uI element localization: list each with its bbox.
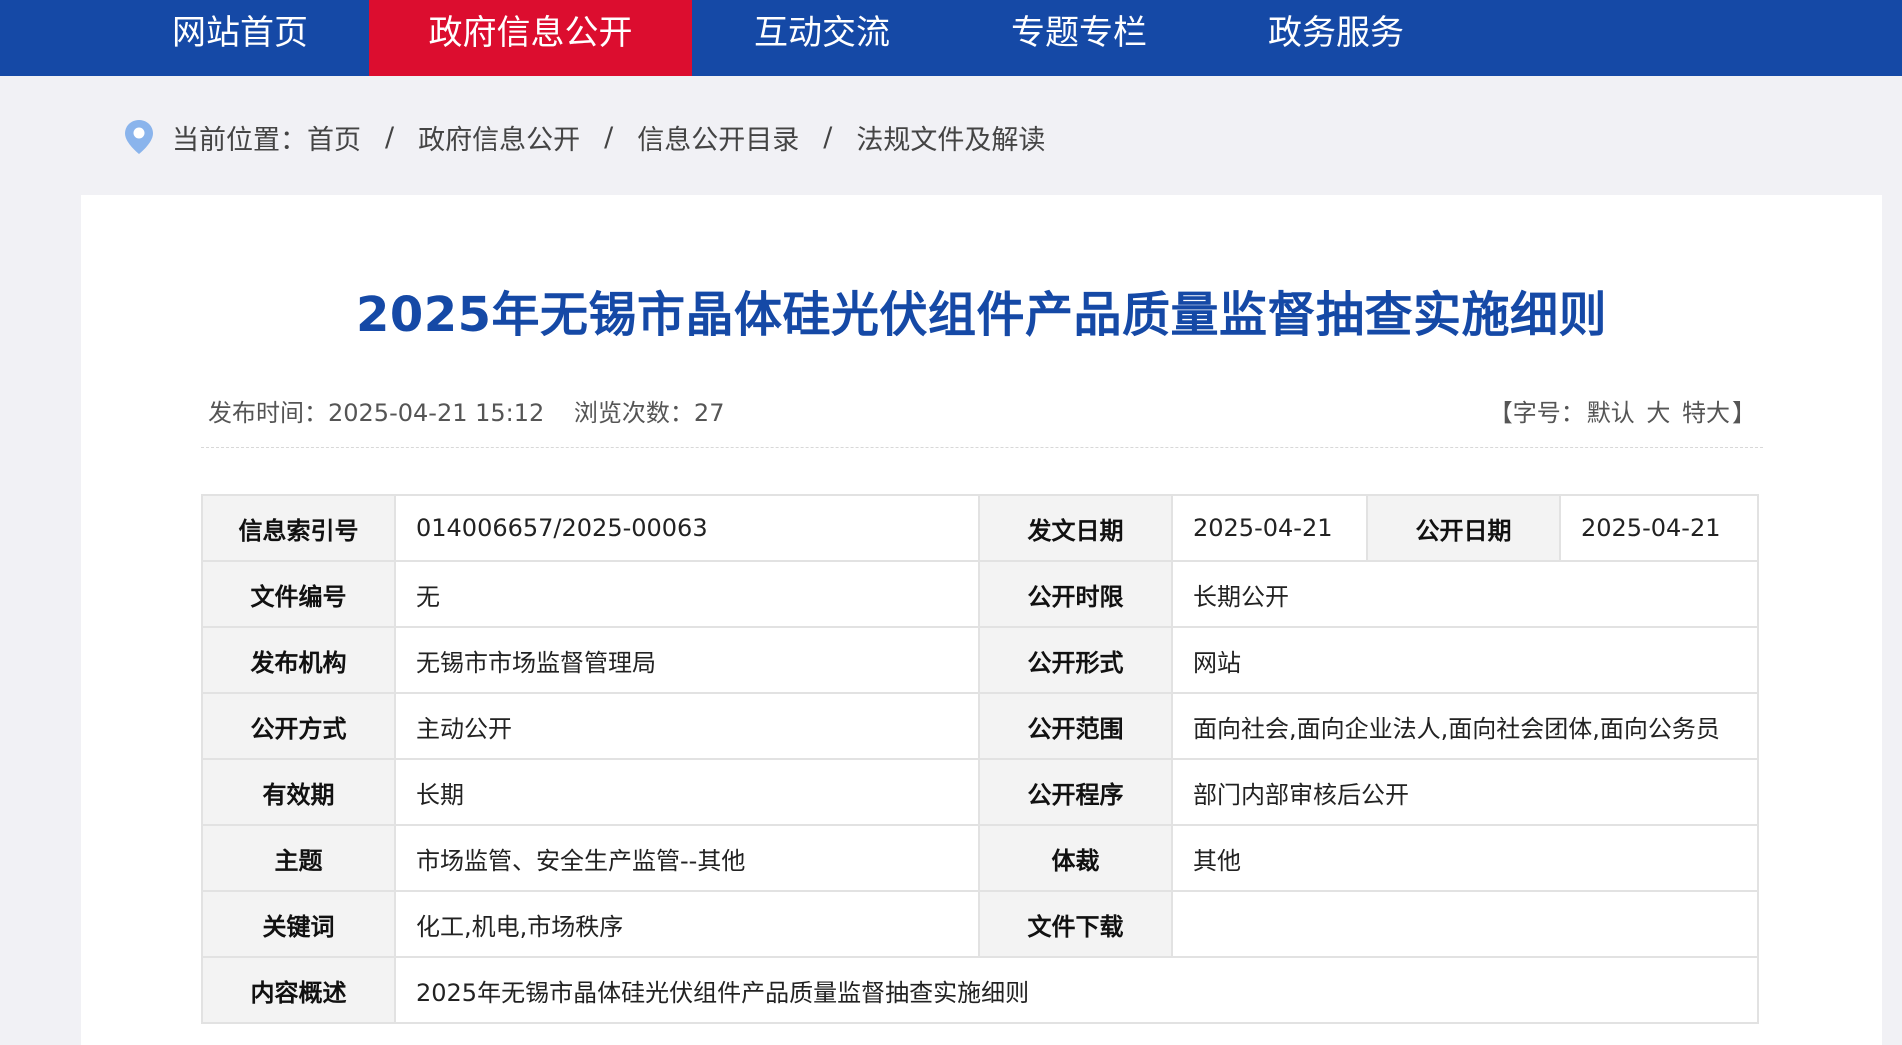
download-label: 文件下载 xyxy=(978,890,1173,958)
location-pin-icon xyxy=(125,120,153,154)
table-row: 文件编号 无 公开时限 长期公开 xyxy=(201,560,1759,628)
public-date-label: 公开日期 xyxy=(1366,494,1561,562)
issue-date-value: 2025-04-21 xyxy=(1171,494,1368,562)
article-title: 2025年无锡市晶体硅光伏组件产品质量监督抽查实施细则 xyxy=(355,287,1608,343)
subject-label: 主题 xyxy=(201,824,396,892)
table-row: 主题 市场监管、安全生产监管--其他 体裁 其他 xyxy=(201,824,1759,892)
article-meta: 发布时间：2025-04-21 15:12 浏览次数：27 xyxy=(208,393,746,428)
genre-label: 体裁 xyxy=(978,824,1173,892)
nav-item-topics[interactable]: 专题专栏 xyxy=(981,0,1177,76)
breadcrumb-regulations[interactable]: 法规文件及解读 xyxy=(856,118,1045,157)
nav-item-services[interactable]: 政务服务 xyxy=(1238,0,1434,76)
breadcrumb-separator: / xyxy=(823,121,833,153)
breadcrumb-prefix: 当前位置： xyxy=(172,124,307,156)
public-form-label: 公开形式 xyxy=(978,626,1173,694)
nav-item-gov-info[interactable]: 政府信息公开 xyxy=(369,0,692,76)
doc-no-label: 文件编号 xyxy=(201,560,396,628)
genre-value: 其他 xyxy=(1171,824,1759,892)
public-scope-label: 公开范围 xyxy=(978,692,1173,760)
issuer-label: 发布机构 xyxy=(201,626,396,694)
nav-item-interaction[interactable]: 互动交流 xyxy=(724,0,920,76)
publish-time: 发布时间：2025-04-21 15:12 xyxy=(208,399,544,427)
validity-value: 长期 xyxy=(394,758,980,826)
issue-date-label: 发文日期 xyxy=(978,494,1173,562)
issuer-value: 无锡市市场监督管理局 xyxy=(394,626,980,694)
font-size-switcher: 【字号：默认 大 特大】 xyxy=(1489,393,1756,428)
table-row: 信息索引号 014006657/2025-00063 发文日期 2025-04-… xyxy=(201,494,1759,562)
public-period-label: 公开时限 xyxy=(978,560,1173,628)
article-card: 2025年无锡市晶体硅光伏组件产品质量监督抽查实施细则 发布时间：2025-04… xyxy=(81,195,1882,1045)
public-method-label: 公开方式 xyxy=(201,692,396,760)
public-method-value: 主动公开 xyxy=(394,692,980,760)
breadcrumb-gov-info[interactable]: 政府信息公开 xyxy=(418,118,580,157)
validity-label: 有效期 xyxy=(201,758,396,826)
publish-time-value: 2025-04-21 15:12 xyxy=(328,399,545,427)
font-size-open: 【字号： xyxy=(1488,399,1585,427)
breadcrumb: 当前位置： 首页 / 政府信息公开 / 信息公开目录 / 法规文件及解读 xyxy=(124,114,1045,160)
view-count-value: 27 xyxy=(693,399,725,427)
publish-time-label: 发布时间： xyxy=(208,399,328,427)
breadcrumb-separator: / xyxy=(385,121,395,153)
public-period-value: 长期公开 xyxy=(1171,560,1759,628)
font-size-large[interactable]: 大 xyxy=(1646,399,1670,427)
breadcrumb-separator: / xyxy=(604,121,614,153)
public-date-value: 2025-04-21 xyxy=(1559,494,1759,562)
table-row: 内容概述 2025年无锡市晶体硅光伏组件产品质量监督抽查实施细则 xyxy=(201,956,1759,1024)
nav-item-home[interactable]: 网站首页 xyxy=(142,0,338,76)
public-form-value: 网站 xyxy=(1171,626,1759,694)
font-size-close: 】 xyxy=(1732,399,1756,427)
breadcrumb-home[interactable]: 首页 xyxy=(307,118,361,157)
keywords-value: 化工,机电,市场秩序 xyxy=(394,890,980,958)
download-value[interactable] xyxy=(1171,890,1759,958)
index-no-value: 014006657/2025-00063 xyxy=(394,494,980,562)
meta-divider xyxy=(201,447,1763,448)
index-no-label: 信息索引号 xyxy=(201,494,396,562)
subject-value: 市场监管、安全生产监管--其他 xyxy=(394,824,980,892)
top-navigation: 网站首页 政府信息公开 互动交流 专题专栏 政务服务 xyxy=(0,0,1902,76)
info-table: 信息索引号 014006657/2025-00063 发文日期 2025-04-… xyxy=(201,494,1759,1024)
table-row: 有效期 长期 公开程序 部门内部审核后公开 xyxy=(201,758,1759,826)
doc-no-value: 无 xyxy=(394,560,980,628)
view-count-label: 浏览次数： xyxy=(573,399,694,427)
view-count: 浏览次数：27 xyxy=(574,399,725,427)
table-row: 发布机构 无锡市市场监督管理局 公开形式 网站 xyxy=(201,626,1759,694)
public-scope-value: 面向社会,面向企业法人,面向社会团体,面向公务员 xyxy=(1171,692,1759,760)
table-row: 公开方式 主动公开 公开范围 面向社会,面向企业法人,面向社会团体,面向公务员 xyxy=(201,692,1759,760)
public-procedure-value: 部门内部审核后公开 xyxy=(1171,758,1759,826)
keywords-label: 关键词 xyxy=(201,890,396,958)
table-row: 关键词 化工,机电,市场秩序 文件下载 xyxy=(201,890,1759,958)
font-size-default[interactable]: 默认 xyxy=(1587,399,1635,427)
breadcrumb-catalog[interactable]: 信息公开目录 xyxy=(637,118,799,157)
summary-value: 2025年无锡市晶体硅光伏组件产品质量监督抽查实施细则 xyxy=(394,956,1759,1024)
font-size-xlarge[interactable]: 特大 xyxy=(1682,399,1730,427)
public-procedure-label: 公开程序 xyxy=(978,758,1173,826)
summary-label: 内容概述 xyxy=(201,956,396,1024)
